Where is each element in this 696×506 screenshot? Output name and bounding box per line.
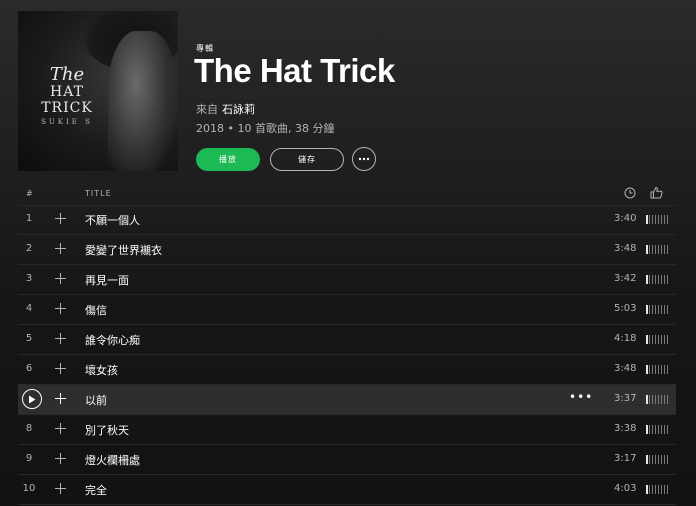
track-row[interactable]: 9 燈火欄柵處 3:17	[18, 445, 676, 475]
add-icon[interactable]	[55, 209, 66, 228]
track-duration: 3:38	[614, 423, 637, 434]
track-row[interactable]: 4 傷信 5:03	[18, 295, 676, 325]
popularity-bar	[646, 305, 670, 314]
popularity-bar	[646, 335, 670, 344]
track-duration: 3:48	[614, 243, 637, 254]
track-title[interactable]: 以前	[85, 392, 107, 408]
track-number: 4	[25, 303, 33, 314]
track-duration: 4:18	[614, 333, 637, 344]
more-dots-icon	[358, 157, 370, 161]
add-icon[interactable]	[55, 389, 66, 408]
tracklist: 1 不願一個人 3:40 2 愛變了世界襯衣 3:48 3 再見一面 3:42 4 傷信 5:03 5 誰…	[18, 205, 676, 505]
popularity-bar	[646, 395, 670, 404]
cover-title-logo: The HAT TRICK SUKIE S	[41, 64, 93, 127]
track-row[interactable]: 8 別了秋天 3:38	[18, 415, 676, 445]
column-number: #	[26, 189, 34, 198]
column-title: TITLE	[85, 189, 112, 198]
track-title[interactable]: 再見一面	[85, 272, 129, 288]
add-icon[interactable]	[55, 269, 66, 288]
track-duration: 5:03	[614, 303, 637, 314]
track-row[interactable]: 10 完全 4:03	[18, 475, 676, 505]
artist-link[interactable]: 石詠莉	[222, 103, 255, 116]
album-meta: 2018 • 10 首歌曲, 38 分鐘	[196, 122, 335, 135]
track-title[interactable]: 完全	[85, 482, 107, 498]
page-title: The Hat Trick	[194, 52, 395, 89]
add-icon[interactable]	[55, 299, 66, 318]
track-row[interactable]: 6 壞女孩 3:48	[18, 355, 676, 385]
track-number: 9	[25, 453, 33, 464]
track-title[interactable]: 不願一個人	[85, 212, 140, 228]
track-number: 6	[25, 363, 33, 374]
track-duration: 3:17	[614, 453, 637, 464]
popularity-bar	[646, 365, 670, 374]
track-number: 3	[25, 273, 33, 284]
popularity-bar	[646, 455, 670, 464]
track-row[interactable]: 2 愛變了世界襯衣 3:48	[18, 235, 676, 265]
track-duration: 3:48	[614, 363, 637, 374]
add-icon[interactable]	[55, 239, 66, 258]
more-options-button[interactable]	[352, 147, 376, 171]
track-title[interactable]: 誰令你心痴	[85, 332, 140, 348]
track-number: 5	[25, 333, 33, 344]
track-title[interactable]: 壞女孩	[85, 362, 118, 378]
tracklist-header: # TITLE	[18, 184, 676, 206]
track-title[interactable]: 愛變了世界襯衣	[85, 242, 162, 258]
add-icon[interactable]	[55, 479, 66, 498]
thumbs-up-icon	[650, 186, 663, 201]
track-row[interactable]: 以前 ••• 3:37	[18, 385, 676, 415]
popularity-bar	[646, 275, 670, 284]
track-number: 8	[25, 423, 33, 434]
track-row[interactable]: 3 再見一面 3:42	[18, 265, 676, 295]
track-duration: 3:42	[614, 273, 637, 284]
track-row[interactable]: 5 誰令你心痴 4:18	[18, 325, 676, 355]
track-number: 2	[25, 243, 33, 254]
play-button[interactable]: 播放	[196, 148, 260, 171]
track-number: 1	[25, 213, 33, 224]
popularity-bar	[646, 215, 670, 224]
add-icon[interactable]	[55, 329, 66, 348]
popularity-bar	[646, 245, 670, 254]
track-duration: 4:03	[614, 483, 637, 494]
track-duration: 3:37	[614, 393, 637, 404]
row-more-button[interactable]: •••	[569, 390, 593, 404]
add-icon[interactable]	[55, 449, 66, 468]
row-play-button[interactable]	[22, 389, 42, 409]
track-number: 10	[22, 483, 36, 494]
cover-portrait	[108, 31, 178, 171]
track-duration: 3:40	[614, 213, 637, 224]
save-button[interactable]: 儲存	[270, 148, 344, 171]
popularity-bar	[646, 425, 670, 434]
track-title[interactable]: 別了秋天	[85, 422, 129, 438]
by-prefix: 來自	[196, 103, 218, 116]
clock-icon	[624, 187, 636, 201]
track-title[interactable]: 傷信	[85, 302, 107, 318]
artist-line: 來自 石詠莉	[196, 101, 255, 117]
play-icon	[29, 395, 36, 403]
album-header: The HAT TRICK SUKIE S 專輯 The Hat Trick 來…	[0, 0, 696, 180]
add-icon[interactable]	[55, 419, 66, 438]
track-row[interactable]: 1 不願一個人 3:40	[18, 205, 676, 235]
add-icon[interactable]	[55, 359, 66, 378]
album-cover[interactable]: The HAT TRICK SUKIE S	[18, 11, 178, 171]
popularity-bar	[646, 485, 670, 494]
track-title[interactable]: 燈火欄柵處	[85, 452, 140, 468]
